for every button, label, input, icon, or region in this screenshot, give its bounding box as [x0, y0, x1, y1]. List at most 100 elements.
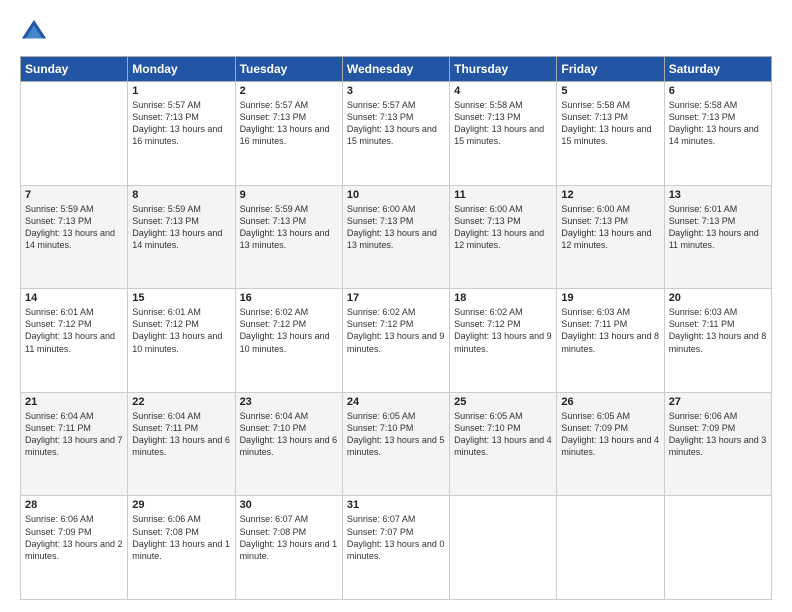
- day-number: 24: [347, 396, 445, 408]
- calendar-cell: [450, 496, 557, 600]
- day-number: 21: [25, 396, 123, 408]
- day-number: 15: [132, 292, 230, 304]
- cell-info: Sunrise: 5:57 AMSunset: 7:13 PMDaylight:…: [240, 99, 338, 148]
- day-number: 3: [347, 85, 445, 97]
- day-number: 11: [454, 189, 552, 201]
- cell-info: Sunrise: 6:00 AMSunset: 7:13 PMDaylight:…: [347, 203, 445, 252]
- logo: [20, 18, 52, 46]
- day-number: 1: [132, 85, 230, 97]
- calendar-table: SundayMondayTuesdayWednesdayThursdayFrid…: [20, 56, 772, 600]
- day-number: 9: [240, 189, 338, 201]
- day-number: 5: [561, 85, 659, 97]
- day-number: 14: [25, 292, 123, 304]
- calendar-cell: 9Sunrise: 5:59 AMSunset: 7:13 PMDaylight…: [235, 185, 342, 289]
- calendar-cell: 29 Sunrise: 6:06 AMSunset: 7:08 PMDayligh…: [128, 496, 235, 600]
- cell-info: Sunrise: 6:05 AMSunset: 7:09 PMDaylight:…: [561, 410, 659, 459]
- day-header: Thursday: [450, 57, 557, 82]
- calendar-cell: 14 Sunrise: 6:01 AMSunset: 7:12 PMDayligh…: [21, 289, 128, 393]
- day-number: 8: [132, 189, 230, 201]
- cell-info: Sunrise: 5:57 AMSunset: 7:13 PMDaylight:…: [132, 99, 230, 148]
- calendar-cell: 15 Sunrise: 6:01 AMSunset: 7:12 PMDayligh…: [128, 289, 235, 393]
- cell-info: Sunrise: 6:03 AMSunset: 7:11 PMDaylight:…: [561, 306, 659, 355]
- calendar-cell: 21 Sunrise: 6:04 AMSunset: 7:11 PMDayligh…: [21, 392, 128, 496]
- calendar-cell: 27 Sunrise: 6:06 AMSunset: 7:09 PMDayligh…: [664, 392, 771, 496]
- day-number: 25: [454, 396, 552, 408]
- day-number: 27: [669, 396, 767, 408]
- calendar-cell: 18Sunrise: 6:02 AMSunset: 7:12 PMDayligh…: [450, 289, 557, 393]
- day-number: 7: [25, 189, 123, 201]
- calendar-cell: 22 Sunrise: 6:04 AMSunset: 7:11 PMDayligh…: [128, 392, 235, 496]
- cell-info: Sunrise: 6:06 AMSunset: 7:09 PMDaylight:…: [25, 513, 123, 562]
- day-header: Monday: [128, 57, 235, 82]
- cell-info: Sunrise: 5:59 AMSunset: 7:13 PMDaylight:…: [25, 203, 123, 252]
- calendar-cell: 6 Sunrise: 5:58 AMSunset: 7:13 PMDaylight…: [664, 82, 771, 186]
- calendar-cell: 1 Sunrise: 5:57 AMSunset: 7:13 PMDaylight…: [128, 82, 235, 186]
- day-number: 16: [240, 292, 338, 304]
- page: SundayMondayTuesdayWednesdayThursdayFrid…: [0, 0, 792, 612]
- cell-info: Sunrise: 5:59 AMSunset: 7:13 PMDaylight:…: [132, 203, 230, 252]
- cell-info: Sunrise: 5:58 AMSunset: 7:13 PMDaylight:…: [561, 99, 659, 148]
- cell-info: Sunrise: 6:01 AMSunset: 7:13 PMDaylight:…: [669, 203, 767, 252]
- calendar-cell: 16 Sunrise: 6:02 AMSunset: 7:12 PMDayligh…: [235, 289, 342, 393]
- calendar-cell: 25 Sunrise: 6:05 AMSunset: 7:10 PMDayligh…: [450, 392, 557, 496]
- cell-info: Sunrise: 5:58 AMSunset: 7:13 PMDaylight:…: [454, 99, 552, 148]
- calendar-cell: 7 Sunrise: 5:59 AMSunset: 7:13 PMDaylight…: [21, 185, 128, 289]
- cell-info: Sunrise: 6:06 AMSunset: 7:08 PMDaylight:…: [132, 513, 230, 562]
- calendar-cell: [21, 82, 128, 186]
- calendar-cell: 31 Sunrise: 6:07 AMSunset: 7:07 PMDayligh…: [342, 496, 449, 600]
- day-number: 19: [561, 292, 659, 304]
- calendar-cell: 28 Sunrise: 6:06 AMSunset: 7:09 PMDayligh…: [21, 496, 128, 600]
- calendar-cell: [557, 496, 664, 600]
- day-number: 22: [132, 396, 230, 408]
- day-number: 4: [454, 85, 552, 97]
- cell-info: Sunrise: 6:01 AMSunset: 7:12 PMDaylight:…: [25, 306, 123, 355]
- calendar-cell: 11Sunrise: 6:00 AMSunset: 7:13 PMDayligh…: [450, 185, 557, 289]
- cell-info: Sunrise: 5:58 AMSunset: 7:13 PMDaylight:…: [669, 99, 767, 148]
- day-header: Saturday: [664, 57, 771, 82]
- day-number: 28: [25, 499, 123, 511]
- calendar-cell: 8 Sunrise: 5:59 AMSunset: 7:13 PMDaylight…: [128, 185, 235, 289]
- day-number: 17: [347, 292, 445, 304]
- calendar-cell: 30 Sunrise: 6:07 AMSunset: 7:08 PMDayligh…: [235, 496, 342, 600]
- cell-info: Sunrise: 6:02 AMSunset: 7:12 PMDaylight:…: [240, 306, 338, 355]
- cell-info: Sunrise: 6:00 AMSunset: 7:13 PMDaylight:…: [561, 203, 659, 252]
- calendar-cell: 3 Sunrise: 5:57 AMSunset: 7:13 PMDaylight…: [342, 82, 449, 186]
- cell-info: Sunrise: 6:04 AMSunset: 7:11 PMDaylight:…: [25, 410, 123, 459]
- day-number: 2: [240, 85, 338, 97]
- day-number: 6: [669, 85, 767, 97]
- calendar-cell: 5 Sunrise: 5:58 AMSunset: 7:13 PMDaylight…: [557, 82, 664, 186]
- cell-info: Sunrise: 6:05 AMSunset: 7:10 PMDaylight:…: [347, 410, 445, 459]
- day-header: Wednesday: [342, 57, 449, 82]
- calendar-cell: 4 Sunrise: 5:58 AMSunset: 7:13 PMDaylight…: [450, 82, 557, 186]
- calendar-cell: [664, 496, 771, 600]
- cell-info: Sunrise: 6:01 AMSunset: 7:12 PMDaylight:…: [132, 306, 230, 355]
- cell-info: Sunrise: 6:03 AMSunset: 7:11 PMDaylight:…: [669, 306, 767, 355]
- cell-info: Sunrise: 6:02 AMSunset: 7:12 PMDaylight:…: [454, 306, 552, 355]
- day-number: 20: [669, 292, 767, 304]
- day-number: 29: [132, 499, 230, 511]
- cell-info: Sunrise: 6:02 AMSunset: 7:12 PMDaylight:…: [347, 306, 445, 355]
- cell-info: Sunrise: 6:07 AMSunset: 7:07 PMDaylight:…: [347, 513, 445, 562]
- calendar-cell: 20 Sunrise: 6:03 AMSunset: 7:11 PMDayligh…: [664, 289, 771, 393]
- calendar-cell: 2 Sunrise: 5:57 AMSunset: 7:13 PMDaylight…: [235, 82, 342, 186]
- cell-info: Sunrise: 6:04 AMSunset: 7:11 PMDaylight:…: [132, 410, 230, 459]
- calendar-cell: 19 Sunrise: 6:03 AMSunset: 7:11 PMDayligh…: [557, 289, 664, 393]
- day-number: 23: [240, 396, 338, 408]
- cell-info: Sunrise: 6:04 AMSunset: 7:10 PMDaylight:…: [240, 410, 338, 459]
- day-number: 26: [561, 396, 659, 408]
- cell-info: Sunrise: 6:06 AMSunset: 7:09 PMDaylight:…: [669, 410, 767, 459]
- calendar-cell: 24 Sunrise: 6:05 AMSunset: 7:10 PMDayligh…: [342, 392, 449, 496]
- cell-info: Sunrise: 5:57 AMSunset: 7:13 PMDaylight:…: [347, 99, 445, 148]
- day-number: 10: [347, 189, 445, 201]
- calendar-cell: 12Sunrise: 6:00 AMSunset: 7:13 PMDayligh…: [557, 185, 664, 289]
- header: [20, 18, 772, 46]
- day-number: 13: [669, 189, 767, 201]
- day-header: Friday: [557, 57, 664, 82]
- day-number: 31: [347, 499, 445, 511]
- day-number: 30: [240, 499, 338, 511]
- cell-info: Sunrise: 6:07 AMSunset: 7:08 PMDaylight:…: [240, 513, 338, 562]
- calendar-cell: 17 Sunrise: 6:02 AMSunset: 7:12 PMDayligh…: [342, 289, 449, 393]
- calendar-cell: 23 Sunrise: 6:04 AMSunset: 7:10 PMDayligh…: [235, 392, 342, 496]
- day-header: Tuesday: [235, 57, 342, 82]
- cell-info: Sunrise: 6:05 AMSunset: 7:10 PMDaylight:…: [454, 410, 552, 459]
